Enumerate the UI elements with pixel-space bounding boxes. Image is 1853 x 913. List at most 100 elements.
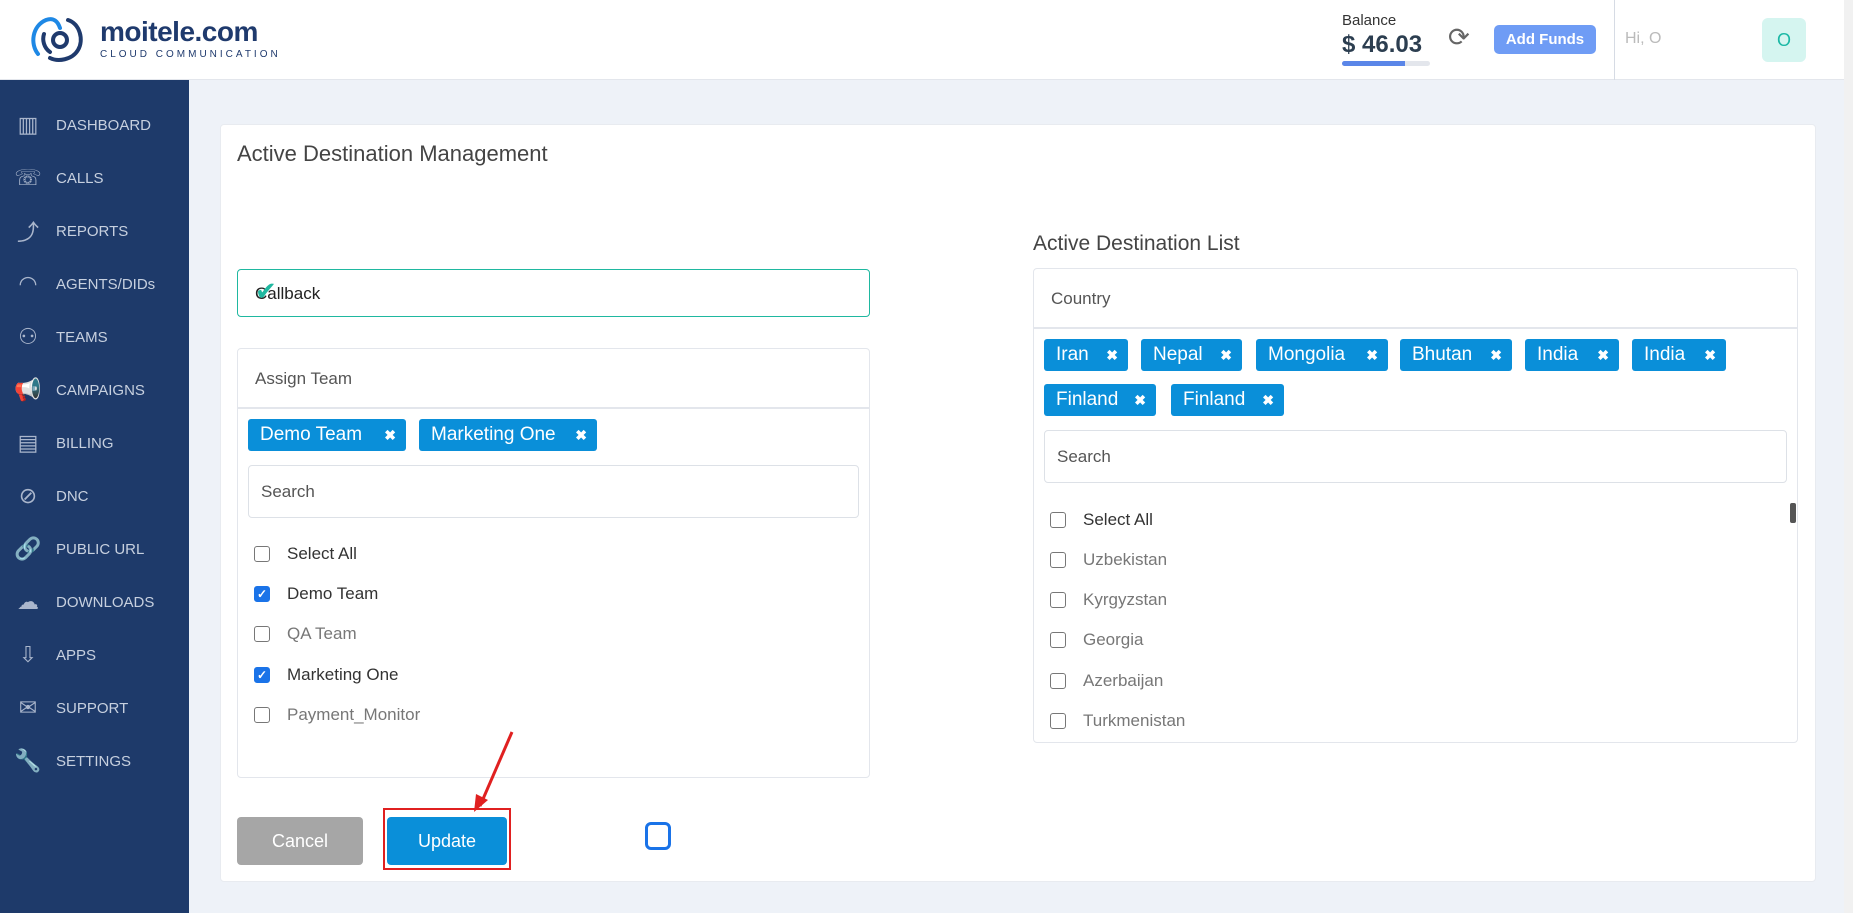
- remove-tag-icon[interactable]: ✖: [1366, 339, 1378, 371]
- option-label: Georgia: [1083, 630, 1144, 649]
- option-label: Marketing One: [287, 665, 399, 684]
- cancel-button[interactable]: Cancel: [237, 817, 363, 865]
- team-search-input[interactable]: Search: [248, 465, 859, 518]
- selected-country-tag: India ✖: [1632, 339, 1726, 371]
- checkbox[interactable]: [1050, 673, 1066, 689]
- sidebar-item-teams[interactable]: ⚇ TEAMS: [0, 317, 189, 357]
- sidebar-item-agents-dids[interactable]: ◠ AGENTS/DIDs: [0, 264, 189, 304]
- remove-tag-icon[interactable]: ✖: [1106, 339, 1118, 371]
- download-tray-icon: ⇩: [18, 642, 38, 667]
- sidebar-item-public-url[interactable]: 🔗 PUBLIC URL: [0, 529, 189, 569]
- selected-country-tag: Finland ✖: [1044, 384, 1156, 416]
- team-option-demo-team[interactable]: ✓ Demo Team: [254, 582, 378, 606]
- refresh-icon[interactable]: ⟳: [1448, 24, 1470, 50]
- checkbox[interactable]: [1050, 592, 1066, 608]
- option-label: Payment_Monitor: [287, 705, 421, 724]
- sidebar-item-support[interactable]: ✉ SUPPORT: [0, 688, 189, 728]
- sidebar-item-reports[interactable]: ⤴ REPORTS: [0, 211, 189, 251]
- sidebar-item-label: REPORTS: [56, 222, 129, 240]
- remove-tag-icon[interactable]: ✖: [1134, 384, 1146, 416]
- chart-icon: ⤴: [16, 220, 39, 245]
- team-icon: ⚇: [18, 324, 38, 349]
- phone-icon: ☏: [14, 165, 42, 190]
- tag-label: Finland: [1056, 389, 1119, 410]
- tag-label: Iran: [1056, 344, 1089, 365]
- headset-icon: ◠: [18, 271, 38, 296]
- country-field[interactable]: Country: [1033, 268, 1798, 328]
- update-button[interactable]: Update: [387, 817, 507, 865]
- selected-country-tag: Nepal ✖: [1141, 339, 1242, 371]
- team-option-qa-team[interactable]: QA Team: [254, 622, 357, 646]
- option-label: Select All: [1083, 510, 1153, 529]
- sidebar-item-label: SETTINGS: [56, 752, 132, 770]
- option-label: Azerbaijan: [1083, 671, 1164, 690]
- sidebar-item-dashboard[interactable]: ▥ DASHBOARD: [0, 105, 189, 145]
- team-option-select-all[interactable]: Select All: [254, 542, 357, 566]
- tag-label: Marketing One: [431, 424, 556, 445]
- country-list-scrollbar[interactable]: [1790, 503, 1796, 523]
- sidebar-item-downloads[interactable]: ☁ DOWNLOADS: [0, 582, 189, 622]
- tag-label: India: [1644, 344, 1686, 365]
- checkbox-checked[interactable]: ✓: [254, 586, 270, 602]
- remove-tag-icon[interactable]: ✖: [1262, 384, 1274, 416]
- balance-progress-fill: [1342, 61, 1406, 66]
- sidebar-item-apps[interactable]: ⇩ APPS: [0, 635, 189, 675]
- option-label: Select All: [287, 544, 357, 563]
- checkbox[interactable]: [254, 626, 270, 642]
- country-option-select-all[interactable]: Select All: [1050, 508, 1153, 532]
- balance-widget: Balance $ 46.03: [1342, 12, 1430, 66]
- sidebar-item-dnc[interactable]: ⊘ DNC: [0, 476, 189, 516]
- toggle-square-button[interactable]: [645, 822, 671, 850]
- header-divider: [1614, 0, 1615, 80]
- page-scrollbar[interactable]: [1844, 0, 1853, 913]
- option-label: Demo Team: [287, 584, 379, 603]
- checkbox[interactable]: [254, 707, 270, 723]
- assign-team-field[interactable]: Assign Team: [237, 348, 870, 408]
- country-option-azerbaijan[interactable]: Azerbaijan: [1050, 669, 1163, 693]
- remove-tag-icon[interactable]: ✖: [1490, 339, 1502, 371]
- remove-tag-icon[interactable]: ✖: [575, 419, 587, 451]
- assign-team-label: Assign Team: [255, 369, 353, 388]
- tag-label: Demo Team: [260, 424, 363, 445]
- option-label: Uzbekistan: [1083, 550, 1168, 569]
- page-title: Active Destination Management: [237, 141, 548, 166]
- checkbox[interactable]: [1050, 552, 1066, 568]
- check-icon: ✔: [255, 276, 277, 306]
- callback-select[interactable]: Callback ✔: [237, 269, 870, 317]
- search-placeholder: Search: [1057, 447, 1111, 466]
- tag-label: Bhutan: [1412, 344, 1473, 365]
- checkbox[interactable]: [1050, 713, 1066, 729]
- checkbox[interactable]: [1050, 512, 1066, 528]
- checkbox[interactable]: [254, 546, 270, 562]
- wrench-icon: 🔧: [14, 748, 42, 773]
- country-option-kyrgyzstan[interactable]: Kyrgyzstan: [1050, 588, 1167, 612]
- sidebar-item-billing[interactable]: ▤ BILLING: [0, 423, 189, 463]
- country-option-uzbekistan[interactable]: Uzbekistan: [1050, 548, 1167, 572]
- sidebar-item-calls[interactable]: ☏ CALLS: [0, 158, 189, 198]
- balance-amount: $ 46.03: [1342, 31, 1423, 58]
- country-search-input[interactable]: Search: [1044, 430, 1787, 483]
- sidebar-item-campaigns[interactable]: 📢 CAMPAIGNS: [0, 370, 189, 410]
- logo[interactable]: moitele.com CLOUD COMMUNICATION: [28, 14, 281, 64]
- checkbox-checked[interactable]: ✓: [254, 667, 270, 683]
- sidebar-item-settings[interactable]: 🔧 SETTINGS: [0, 741, 189, 781]
- search-placeholder: Search: [261, 482, 315, 501]
- team-option-marketing-one[interactable]: ✓ Marketing One: [254, 663, 399, 687]
- tag-label: Nepal: [1153, 344, 1203, 365]
- logo-tagline: CLOUD COMMUNICATION: [100, 49, 281, 60]
- option-label: QA Team: [287, 624, 357, 643]
- sidebar-item-label: TEAMS: [56, 328, 108, 346]
- checkbox[interactable]: [1050, 632, 1066, 648]
- team-option-payment-monitor[interactable]: Payment_Monitor: [254, 703, 420, 727]
- remove-tag-icon[interactable]: ✖: [384, 419, 396, 451]
- annotation-arrow-icon: [474, 731, 514, 812]
- sidebar-item-label: APPS: [56, 646, 97, 664]
- remove-tag-icon[interactable]: ✖: [1704, 339, 1716, 371]
- remove-tag-icon[interactable]: ✖: [1597, 339, 1609, 371]
- add-funds-button[interactable]: Add Funds: [1494, 25, 1596, 54]
- avatar[interactable]: O: [1762, 18, 1806, 62]
- country-option-georgia[interactable]: Georgia: [1050, 628, 1143, 652]
- remove-tag-icon[interactable]: ✖: [1220, 339, 1232, 371]
- country-option-turkmenistan[interactable]: Turkmenistan: [1050, 709, 1185, 733]
- sidebar: ▥ DASHBOARD ☏ CALLS ⤴ REPORTS ◠ AGENTS/DIDs …: [0, 80, 189, 913]
